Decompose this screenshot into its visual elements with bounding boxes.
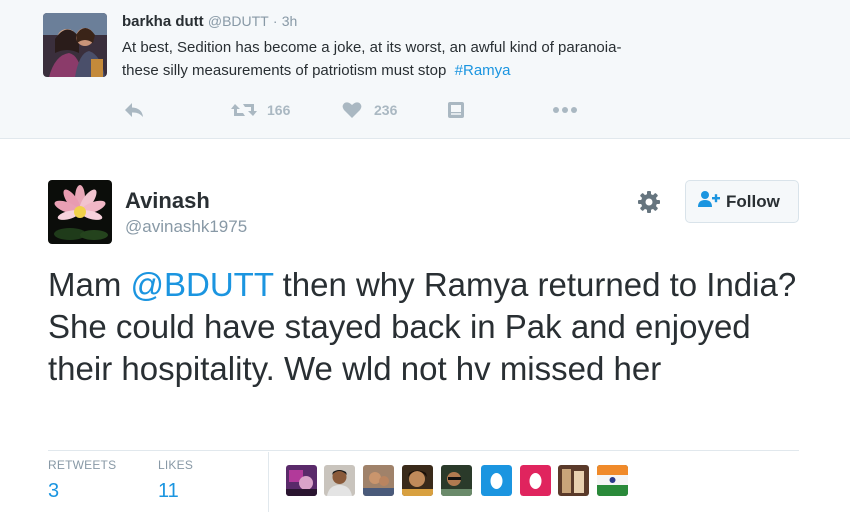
parent-header: barkha dutt @BDUTT · 3h	[122, 13, 297, 30]
parent-tweet-text: At best, Sedition has become a joke, at …	[122, 36, 782, 82]
liker-avatar[interactable]	[597, 465, 628, 496]
parent-text-line-1: At best, Sedition has become a joke, at …	[122, 39, 622, 56]
parent-author-handle[interactable]: @BDUTT	[208, 13, 269, 29]
heart-icon	[342, 101, 362, 119]
retweet-count: 166	[267, 102, 291, 118]
follow-button[interactable]: Follow	[685, 180, 799, 223]
liker-avatar[interactable]	[558, 465, 589, 496]
stats-divider	[48, 450, 799, 451]
parent-author-name[interactable]: barkha dutt	[122, 13, 204, 30]
follow-label: Follow	[726, 191, 780, 211]
like-count: 236	[374, 102, 398, 118]
likes-stat[interactable]: LIKES 11	[158, 458, 193, 503]
add-user-icon	[697, 190, 721, 213]
liker-avatar[interactable]	[481, 465, 512, 496]
liker-avatar[interactable]	[441, 465, 472, 496]
more-button[interactable]	[552, 98, 578, 122]
parent-timestamp[interactable]: 3h	[282, 13, 298, 29]
parent-avatar[interactable]	[43, 13, 107, 77]
tweet-text: Mam @BDUTT then why Ramya returned to In…	[48, 264, 808, 390]
liker-avatar[interactable]	[286, 465, 317, 496]
author-name[interactable]: Avinash	[125, 188, 210, 214]
mention-link[interactable]: @BDUTT	[131, 266, 274, 303]
gear-icon	[635, 191, 663, 220]
retweet-icon	[230, 100, 258, 120]
media-button[interactable]	[447, 98, 465, 122]
liker-avatar[interactable]	[363, 465, 394, 496]
tweet-text-before: Mam	[48, 266, 131, 303]
parent-action-bar: 166 236	[122, 98, 582, 122]
stats-vertical-divider	[268, 452, 269, 512]
like-button[interactable]: 236	[342, 98, 397, 122]
media-icon	[447, 101, 465, 119]
parent-text-line-2-plain: these silly measurements of patriotism m…	[122, 62, 447, 79]
parent-tweet[interactable]: barkha dutt @BDUTT · 3h At best, Seditio…	[0, 0, 850, 139]
liker-avatar[interactable]	[402, 465, 433, 496]
retweet-button[interactable]: 166	[230, 98, 290, 122]
likes-value: 11	[158, 480, 179, 502]
hashtag-link[interactable]: #Ramya	[455, 62, 511, 79]
retweets-stat[interactable]: RETWEETS 3	[48, 458, 116, 503]
reply-icon	[122, 100, 146, 120]
author-avatar[interactable]	[48, 180, 112, 244]
retweets-value: 3	[48, 480, 60, 502]
author-handle[interactable]: @avinashk1975	[125, 217, 247, 237]
parent-text-line-2: these silly measurements of patriotism m…	[122, 59, 782, 82]
reply-button[interactable]	[122, 98, 146, 122]
liker-avatar[interactable]	[520, 465, 551, 496]
more-icon	[552, 105, 578, 115]
separator-dot: ·	[272, 13, 278, 29]
user-actions-button[interactable]	[635, 188, 663, 216]
liker-avatar[interactable]	[324, 465, 355, 496]
retweets-label: RETWEETS	[48, 458, 117, 472]
likes-label: LIKES	[158, 458, 194, 472]
